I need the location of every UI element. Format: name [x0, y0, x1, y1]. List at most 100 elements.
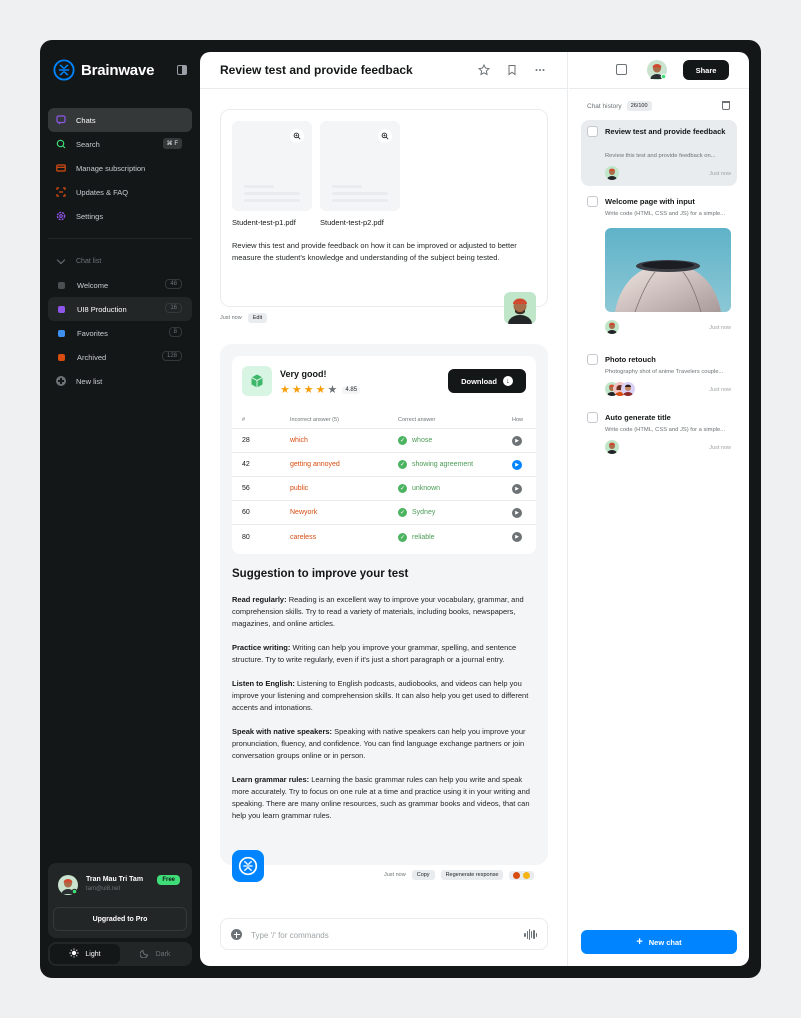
- user-email: tam@ui8.net: [86, 886, 121, 892]
- trash-icon[interactable]: [722, 101, 730, 110]
- list-label: Welcome: [77, 280, 109, 290]
- new-chat-button[interactable]: + New chat: [581, 930, 737, 954]
- upgrade-button[interactable]: Upgraded to Pro: [53, 907, 187, 931]
- nav-label: Updates & FAQ: [76, 187, 129, 197]
- chat-list-item-favorites[interactable]: Favorites 8: [48, 321, 192, 345]
- user-name: Tran Mau Tri Tam: [86, 876, 144, 883]
- history-image[interactable]: [605, 228, 731, 312]
- correct-answer: reliable: [412, 533, 435, 541]
- list-label: Favorites: [77, 328, 108, 338]
- angry-emoji-icon[interactable]: [513, 871, 521, 879]
- chat-list-toggle[interactable]: Chat list: [48, 249, 192, 273]
- play-icon[interactable]: ▶: [512, 435, 522, 446]
- history-time: Just now: [709, 325, 731, 331]
- chat-list-item-welcome[interactable]: Welcome 48: [48, 273, 192, 297]
- file-preview[interactable]: [320, 121, 400, 211]
- suggestions-list: Read regularly: Reading is an excellent …: [232, 594, 538, 834]
- rating-stars: ★ ★ ★ ★ ★ 4.85: [280, 383, 361, 396]
- new-window-icon[interactable]: [616, 64, 627, 75]
- list-label: Archived: [77, 352, 107, 362]
- file-name: Student-test-p1.pdf: [232, 218, 296, 227]
- star-empty-icon: ★: [327, 384, 338, 396]
- nav-label: Search: [76, 139, 100, 149]
- history-item[interactable]: Review test and provide feedback Review …: [581, 120, 737, 186]
- history-item[interactable]: Photo retouch Photography shot of anime …: [581, 348, 737, 398]
- select-checkbox[interactable]: [587, 126, 598, 137]
- nav-item-settings[interactable]: Settings: [48, 204, 192, 228]
- nav-item-search[interactable]: Search ⌘ F: [48, 132, 192, 156]
- more-icon[interactable]: [534, 64, 546, 76]
- theme-light-option[interactable]: Light: [50, 944, 120, 964]
- history-snippet: Review this test and provide feedback on…: [605, 153, 716, 159]
- theme-dark-label: Dark: [155, 950, 171, 958]
- suggestion-head: Listen to English:: [232, 679, 295, 688]
- suggestions-title: Suggestion to improve your test: [232, 568, 409, 580]
- bookmark-icon[interactable]: [506, 64, 518, 76]
- timestamp: Just now: [384, 872, 406, 878]
- brand[interactable]: Brainwave: [53, 59, 154, 81]
- conversation-area: Review test and provide feedback Student…: [200, 52, 568, 966]
- app-window: Brainwave Chats Search ⌘ F Manage subscr…: [40, 40, 761, 978]
- message-input[interactable]: [251, 927, 511, 943]
- timestamp: Just now: [220, 315, 242, 321]
- score-badge: 4.85: [342, 385, 361, 394]
- voice-input-icon[interactable]: [524, 929, 537, 940]
- new-list-button[interactable]: New list: [48, 369, 192, 393]
- chat-list-item-ui8-production[interactable]: UI8 Production 16: [48, 297, 192, 321]
- avatar: [605, 320, 619, 334]
- zoom-icon[interactable]: [290, 129, 304, 143]
- shortcut-badge: ⌘ F: [162, 138, 182, 149]
- play-icon[interactable]: ▶: [512, 483, 522, 494]
- table-header: # Incorrect answer (5) Correct answer Ho…: [232, 411, 536, 429]
- play-icon[interactable]: ▶: [512, 507, 522, 518]
- copy-button[interactable]: Copy: [411, 870, 435, 880]
- count-badge: 128: [161, 351, 182, 361]
- select-checkbox[interactable]: [587, 196, 598, 207]
- file-preview[interactable]: [232, 121, 312, 211]
- share-button[interactable]: Share: [683, 60, 729, 80]
- incorrect-answer: careless: [290, 533, 317, 541]
- chat-history-header: Chat history 26/100: [587, 101, 652, 111]
- avatar[interactable]: [58, 875, 78, 895]
- nav-item-chats[interactable]: Chats: [48, 108, 192, 132]
- history-title: Photo retouch: [605, 355, 656, 364]
- avatar[interactable]: [647, 60, 667, 80]
- result-card: Very good! ★ ★ ★ ★ ★ 4.85 Download ↓ # I…: [232, 356, 536, 554]
- suggestion-item: Read regularly: Reading is an excellent …: [232, 594, 538, 630]
- nav-label: Manage subscription: [76, 163, 146, 173]
- play-icon[interactable]: ▶: [512, 459, 522, 470]
- reactions[interactable]: [509, 870, 535, 880]
- theme-dark-option[interactable]: Dark: [120, 944, 190, 964]
- chat-bubble-icon: [56, 115, 66, 125]
- add-attachment-icon[interactable]: [231, 929, 242, 940]
- user-message: Student-test-p1.pdf Student-test-p2.pdf …: [220, 109, 548, 307]
- star-icon: ★: [291, 384, 302, 396]
- select-checkbox[interactable]: [587, 412, 598, 423]
- count-badge: 16: [165, 303, 182, 313]
- message-text: Review this test and provide feedback on…: [232, 241, 517, 262]
- nav-item-subscription[interactable]: Manage subscription: [48, 156, 192, 180]
- correct-answer: unknown: [412, 485, 441, 492]
- column-header: Incorrect answer (5): [290, 416, 339, 423]
- download-button[interactable]: Download ↓: [448, 369, 526, 393]
- history-title: Welcome page with input: [605, 197, 695, 206]
- history-time: Just now: [709, 171, 731, 177]
- edit-button[interactable]: Edit: [247, 313, 268, 323]
- card-icon: [56, 163, 66, 173]
- history-item[interactable]: Welcome page with input Write code (HTML…: [581, 190, 737, 340]
- nav-item-updates[interactable]: Updates & FAQ: [48, 180, 192, 204]
- regenerate-button[interactable]: Regenerate response: [440, 870, 504, 880]
- star-icon[interactable]: [478, 64, 490, 76]
- assistant-message: Very good! ★ ★ ★ ★ ★ 4.85 Download ↓ # I…: [220, 344, 548, 882]
- result-title: Very good!: [280, 369, 327, 379]
- play-icon[interactable]: ▶: [512, 532, 522, 542]
- zoom-icon[interactable]: [378, 129, 392, 143]
- select-checkbox[interactable]: [587, 354, 598, 365]
- chat-list-item-archived[interactable]: Archived 128: [48, 345, 192, 369]
- conversation-header: Review test and provide feedback: [200, 52, 568, 89]
- history-item[interactable]: Auto generate title Write code (HTML, CS…: [581, 406, 737, 456]
- sidebar-collapse-icon[interactable]: [177, 65, 187, 75]
- smile-emoji-icon[interactable]: [523, 871, 531, 879]
- history-snippet: Photography shot of anime Travelers coup…: [605, 369, 724, 375]
- gear-icon: [56, 211, 66, 221]
